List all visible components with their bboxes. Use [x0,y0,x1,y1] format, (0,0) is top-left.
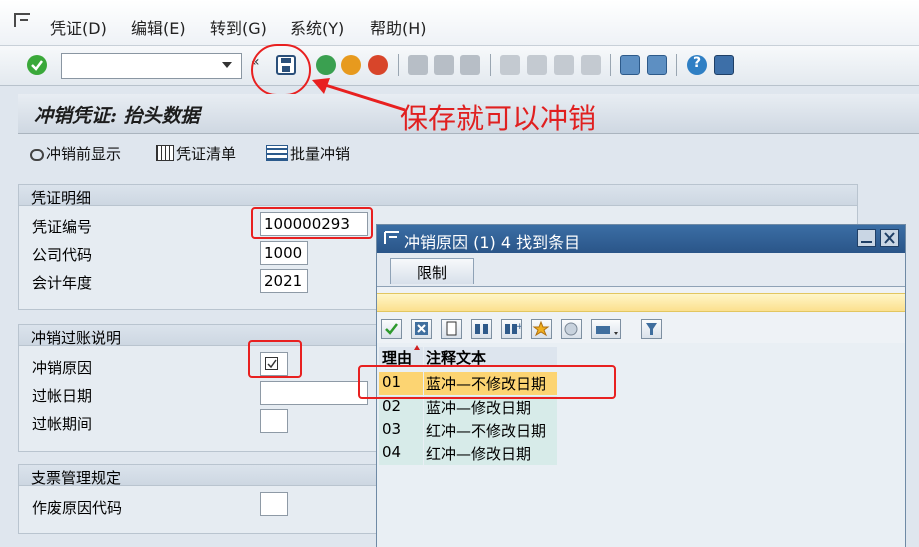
sort-ascending-icon [414,345,420,350]
void-reason-label: 作废原因代码 [32,499,123,517]
reason-text: 蓝冲—修改日期 [424,396,557,419]
list-icon [156,145,174,161]
display-before-reversal-button[interactable]: 冲销前显示 [30,143,121,164]
cancel-dialog-icon[interactable] [411,319,432,339]
new-entry-icon[interactable] [441,319,462,339]
reason-code: 04 [379,442,423,465]
print-icon[interactable] [408,55,428,75]
enter-icon[interactable] [27,55,47,75]
close-icon[interactable] [880,229,899,247]
tab-restrictions[interactable]: 限制 [390,258,474,284]
reason-text: 红冲—修改日期 [424,442,557,465]
toolbar-separator [490,54,491,76]
print-icon[interactable] [591,319,621,339]
first-page-icon[interactable] [500,55,520,75]
check-management-header: 支票管理规定 [18,464,378,487]
void-reason-field[interactable] [260,492,288,516]
favorites-icon[interactable] [531,319,552,339]
svg-text:+: + [516,322,521,332]
menu-system[interactable]: 系统(Y) [290,15,344,39]
annotation-text: 保存就可以冲销 [400,102,597,135]
posting-date-field[interactable] [260,381,368,405]
display-before-reversal-label: 冲销前显示 [46,145,122,163]
find-next-icon[interactable] [460,55,480,75]
mass-reversal-icon [266,145,288,161]
previous-page-icon[interactable] [527,55,547,75]
reversal-reason-label: 冲销原因 [32,359,93,377]
reason-code: 03 [379,419,423,442]
reversal-posting-header: 冲销过账说明 [18,324,378,347]
glasses-icon [30,149,44,161]
posting-period-field[interactable] [260,409,288,433]
new-session-icon[interactable] [620,55,640,75]
reason-code: 02 [379,396,423,419]
menu-edit[interactable]: 编辑(E) [131,15,186,39]
annotation-arrow [312,78,406,112]
dialog-info-bar [377,293,905,312]
toolbar-separator [610,54,611,76]
document-list-label: 凭证清单 [176,145,237,163]
confirm-icon[interactable] [381,319,402,339]
layout-menu-icon[interactable] [714,55,734,75]
document-number-label: 凭证编号 [32,218,93,236]
document-number-highlight [251,207,373,239]
posting-date-label: 过帐日期 [32,387,93,405]
find-next-icon[interactable]: + [501,319,524,339]
posting-period-label: 过帐期间 [32,415,93,433]
command-dropdown-icon[interactable] [222,62,232,68]
toolbar-separator [676,54,677,76]
menu-help[interactable]: 帮助(H) [370,15,427,39]
fiscal-year-label: 会计年度 [32,274,93,292]
shortcut-icon[interactable] [647,55,667,75]
company-code-field[interactable]: 1000 [260,241,308,265]
menu-document[interactable]: 凭证(D) [50,15,107,39]
reason-text: 红冲—不修改日期 [424,419,557,442]
fiscal-year-field[interactable]: 2021 [260,269,308,293]
reversal-reason-highlight [248,340,302,378]
command-field[interactable] [61,53,242,79]
next-page-icon[interactable] [554,55,574,75]
dialog-menu-icon[interactable] [384,231,400,245]
menu-goto[interactable]: 转到(G) [210,15,267,39]
last-page-icon[interactable] [581,55,601,75]
menu-icon[interactable] [14,13,30,27]
selected-row-highlight [358,365,616,399]
dialog-title: 冲销原因 (1) 4 找到条目 [404,233,581,252]
mass-reversal-button[interactable]: 批量冲销 [266,143,350,164]
find-icon[interactable] [471,319,492,339]
column-header-reason[interactable]: 理由 [379,347,423,367]
filter-icon[interactable] [641,319,662,339]
column-header-text[interactable]: 注释文本 [424,347,557,367]
help-search-icon[interactable] [561,319,582,339]
find-icon[interactable] [434,55,454,75]
help-icon[interactable]: ? [687,55,707,75]
company-code-label: 公司代码 [32,246,93,264]
document-list-button[interactable]: 凭证清单 [156,143,236,164]
page-title: 冲销凭证: 抬头数据 [34,105,200,127]
document-details-header: 凭证明细 [18,184,858,207]
mass-reversal-label: 批量冲销 [290,145,351,163]
minimize-icon[interactable] [857,229,876,247]
